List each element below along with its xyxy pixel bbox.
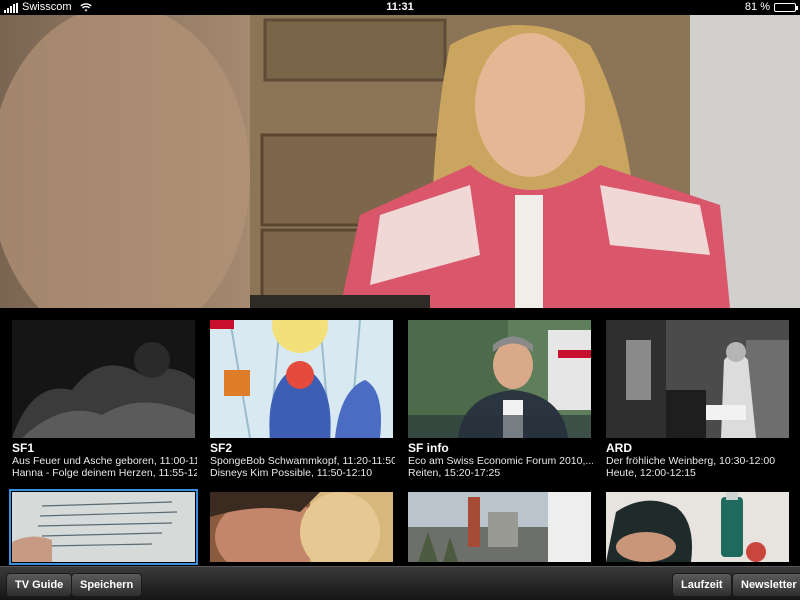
couple-thumbnail-image — [210, 492, 393, 562]
clock: 11:31 — [386, 1, 414, 13]
channel-thumbnail[interactable] — [408, 492, 591, 562]
channel-tile-row2-1[interactable] — [9, 489, 198, 565]
channel-thumbnail[interactable] — [12, 320, 195, 438]
status-bar: Swisscom 11:31 81 % — [0, 0, 800, 15]
channel-name: ARD — [606, 441, 632, 455]
hair-commercial-thumbnail-image — [606, 492, 789, 562]
handwritten-letter-thumbnail-image — [12, 492, 195, 562]
battery-icon — [774, 3, 798, 12]
channel-tile-sf1[interactable]: SF1 Aus Feuer und Asche geboren, 11:00-1… — [12, 320, 197, 479]
channel-thumbnail[interactable] — [606, 492, 789, 562]
channel-tile-row2-2[interactable] — [210, 492, 395, 562]
program-now: SpongeBob Schwammkopf, 11:20-11:50 — [210, 455, 395, 467]
channel-name: SF info — [408, 441, 449, 455]
app-screen: Swisscom 11:31 81 % SF1 Aus Feuer und As… — [0, 0, 800, 600]
channel-thumbnail[interactable] — [210, 492, 393, 562]
channel-name: SF2 — [210, 441, 233, 455]
program-now: Der fröhliche Weinberg, 10:30-12:00 — [606, 455, 776, 467]
channel-thumbnail[interactable] — [606, 320, 789, 438]
bottom-toolbar: TV Guide Speichern Laufzeit Newsletter — [0, 566, 800, 600]
channel-tile-ard[interactable]: ARD Der fröhliche Weinberg, 10:30-12:00 … — [606, 320, 791, 479]
program-now: Aus Feuer und Asche geboren, 11:00-11... — [12, 455, 197, 467]
channel-grid: SF1 Aus Feuer und Asche geboren, 11:00-1… — [0, 308, 800, 566]
channel-name: SF1 — [12, 441, 35, 455]
program-now: Eco am Swiss Economic Forum 2010,... — [408, 455, 593, 467]
program-next: Heute, 12:00-12:15 — [606, 467, 696, 479]
sf2-thumbnail-image — [210, 320, 393, 438]
channel-tile-row2-3[interactable] — [408, 492, 593, 562]
channel-thumbnail[interactable] — [210, 320, 393, 438]
video-player[interactable] — [0, 15, 800, 308]
save-button[interactable]: Speichern — [71, 573, 143, 597]
sf-info-thumbnail-image — [408, 320, 591, 438]
channel-tile-sf-info[interactable]: SF info Eco am Swiss Economic Forum 2010… — [408, 320, 593, 479]
status-right: 81 % — [744, 0, 798, 15]
video-frame — [0, 15, 800, 308]
program-next: Hanna - Folge deinem Herzen, 11:55-12... — [12, 467, 197, 479]
tv-guide-button[interactable]: TV Guide — [6, 573, 73, 597]
ard-thumbnail-image — [606, 320, 789, 438]
runtime-button[interactable]: Laufzeit — [672, 573, 732, 597]
battery-percent: 81 % — [744, 1, 770, 13]
program-next: Reiten, 15:20-17:25 — [408, 467, 501, 479]
sf1-thumbnail-image — [12, 320, 195, 438]
channel-tile-sf2[interactable]: SF2 SpongeBob Schwammkopf, 11:20-11:50 D… — [210, 320, 395, 479]
channel-thumbnail[interactable] — [408, 320, 591, 438]
city-thumbnail-image — [408, 492, 591, 562]
program-next: Disneys Kim Possible, 11:50-12:10 — [210, 467, 373, 479]
channel-thumbnail[interactable] — [9, 489, 198, 565]
newsletter-button[interactable]: Newsletter — [732, 573, 800, 597]
channel-tile-row2-4[interactable] — [606, 492, 791, 562]
